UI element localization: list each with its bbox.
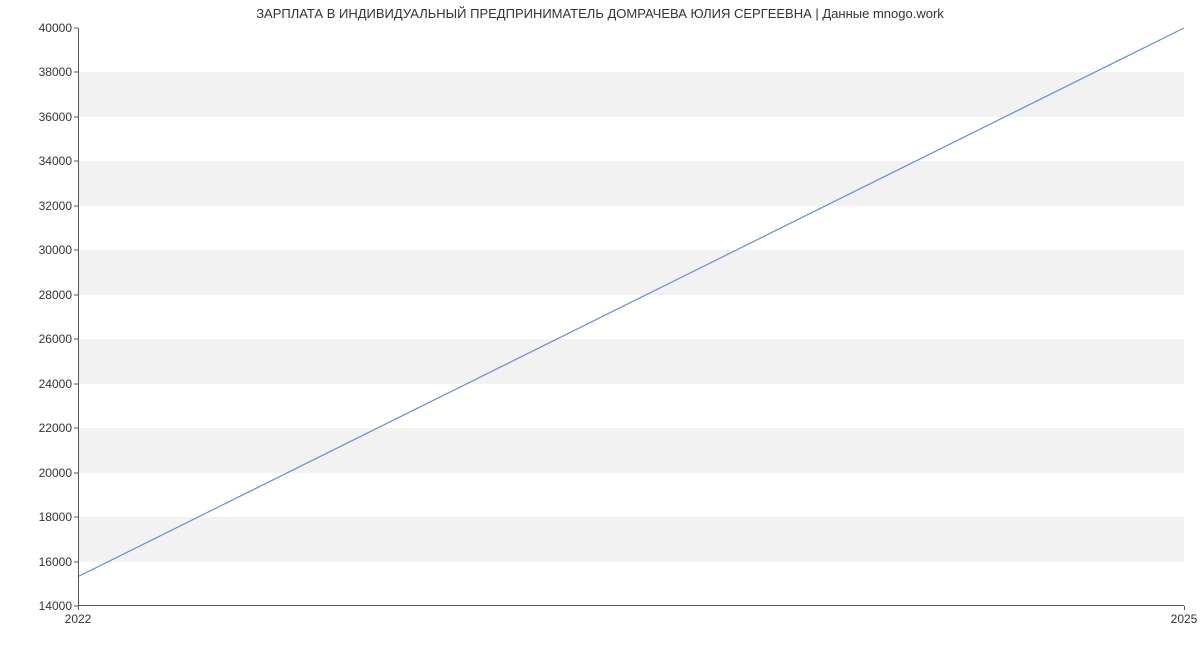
y-tick-label: 40000 <box>12 21 72 35</box>
plot-area <box>78 28 1184 606</box>
y-tick-label: 18000 <box>12 510 72 524</box>
y-tick-label: 28000 <box>12 288 72 302</box>
y-tick-label: 38000 <box>12 65 72 79</box>
y-tick-label: 16000 <box>12 555 72 569</box>
y-tick-mark <box>74 339 78 340</box>
line-layer <box>79 28 1184 605</box>
y-tick-mark <box>74 72 78 73</box>
x-tick-mark <box>1184 606 1185 610</box>
y-tick-mark <box>74 472 78 473</box>
y-tick-mark <box>74 383 78 384</box>
y-tick-label: 14000 <box>12 599 72 613</box>
y-tick-mark <box>74 28 78 29</box>
y-tick-mark <box>74 561 78 562</box>
y-tick-label: 36000 <box>12 110 72 124</box>
x-tick-label: 2022 <box>65 612 92 626</box>
series-line <box>79 28 1184 576</box>
y-tick-mark <box>74 294 78 295</box>
y-tick-label: 26000 <box>12 332 72 346</box>
y-tick-label: 30000 <box>12 243 72 257</box>
y-tick-label: 22000 <box>12 421 72 435</box>
chart-title: ЗАРПЛАТА В ИНДИВИДУАЛЬНЫЙ ПРЕДПРИНИМАТЕЛ… <box>0 6 1200 21</box>
y-tick-mark <box>74 116 78 117</box>
x-tick-label: 2025 <box>1171 612 1198 626</box>
y-tick-label: 24000 <box>12 377 72 391</box>
chart-container: ЗАРПЛАТА В ИНДИВИДУАЛЬНЫЙ ПРЕДПРИНИМАТЕЛ… <box>0 0 1200 650</box>
y-tick-label: 32000 <box>12 199 72 213</box>
y-tick-mark <box>74 205 78 206</box>
y-tick-label: 20000 <box>12 466 72 480</box>
y-tick-mark <box>74 428 78 429</box>
y-tick-mark <box>74 517 78 518</box>
y-tick-label: 34000 <box>12 154 72 168</box>
y-tick-mark <box>74 161 78 162</box>
x-tick-mark <box>78 606 79 610</box>
y-tick-mark <box>74 250 78 251</box>
